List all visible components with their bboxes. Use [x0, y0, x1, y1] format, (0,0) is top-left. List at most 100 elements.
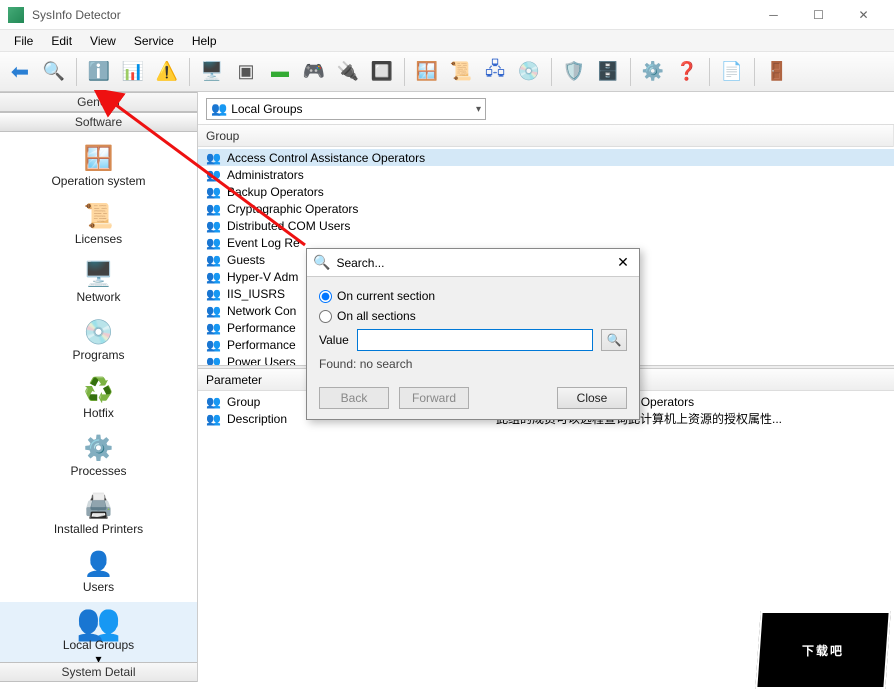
users-group-icon: 👥 — [206, 236, 223, 250]
menubar: File Edit View Service Help — [0, 30, 894, 52]
dialog-close-button[interactable]: ✕ — [613, 254, 633, 271]
monitor-icon[interactable]: 📊 — [117, 56, 149, 88]
users-group-icon: 👥 — [206, 338, 223, 352]
users-group-icon: 👥 — [83, 606, 115, 638]
users-group-icon: 👥 — [206, 287, 223, 301]
corner-logo: 下载吧 — [755, 611, 890, 689]
search-result-label: Found: no search — [319, 357, 627, 371]
value-label: Value — [319, 333, 349, 347]
disc-icon[interactable]: 💿 — [513, 56, 545, 88]
chevron-down-icon: ▾ — [476, 104, 481, 115]
back-button[interactable]: Back — [319, 387, 389, 409]
list-item[interactable]: 👥Distributed COM Users — [198, 217, 894, 234]
nav-processes[interactable]: ⚙️Processes — [0, 428, 197, 486]
report-icon[interactable]: 📄 — [716, 56, 748, 88]
gear-icon: ⚙️ — [83, 432, 115, 464]
separator — [404, 58, 405, 86]
users-group-icon: 👥 — [206, 185, 223, 199]
search-go-button[interactable]: 🔍 — [601, 329, 627, 351]
users-group-icon: 👥 — [206, 270, 223, 284]
ram-icon[interactable]: ▬ — [264, 56, 296, 88]
users-group-icon: 👥 — [211, 101, 227, 117]
license-icon: 📜 — [83, 200, 115, 232]
separator — [189, 58, 190, 86]
recycle-icon: ♻️ — [83, 374, 115, 406]
users-group-icon: 👥 — [206, 151, 223, 165]
nav-users[interactable]: 👤Users — [0, 544, 197, 602]
list-item[interactable]: 👥Access Control Assistance Operators — [198, 149, 894, 166]
server-icon[interactable]: 🖥️ — [196, 56, 228, 88]
search-value-input[interactable] — [357, 329, 593, 351]
separator — [551, 58, 552, 86]
menu-edit[interactable]: Edit — [43, 32, 80, 50]
search-icon[interactable]: 🔍 — [38, 56, 70, 88]
dialog-titlebar[interactable]: 🔍 Search... ✕ — [307, 249, 639, 277]
close-button[interactable]: ✕ — [841, 1, 886, 29]
accordion-general[interactable]: General — [0, 92, 197, 112]
maximize-button[interactable]: ☐ — [796, 1, 841, 29]
nav-hotfix[interactable]: ♻️Hotfix — [0, 370, 197, 428]
exit-icon[interactable]: 🚪 — [761, 56, 793, 88]
users-group-icon: 👥 — [206, 321, 223, 335]
nav-local-groups[interactable]: 👥Local Groups▾ — [0, 602, 197, 662]
radio-current-section[interactable]: On current section — [319, 287, 627, 305]
list-item[interactable]: 👥Backup Operators — [198, 183, 894, 200]
info-icon[interactable]: ℹ️ — [83, 56, 115, 88]
users-group-icon: 👥 — [206, 168, 223, 182]
menu-view[interactable]: View — [82, 32, 124, 50]
close-dialog-button[interactable]: Close — [557, 387, 627, 409]
users-group-icon: 👥 — [206, 253, 223, 267]
license-icon[interactable]: 📜 — [445, 56, 477, 88]
accordion-software[interactable]: Software — [0, 112, 197, 132]
forward-button[interactable]: Forward — [399, 387, 469, 409]
gear-icon[interactable]: ⚙️ — [637, 56, 669, 88]
separator — [709, 58, 710, 86]
back-icon[interactable]: ⬅ — [4, 56, 36, 88]
usb-icon[interactable]: 🔌 — [332, 56, 364, 88]
menu-help[interactable]: Help — [184, 32, 225, 50]
users-group-icon: 👥 — [206, 202, 223, 216]
shield-icon[interactable]: 🛡️ — [558, 56, 590, 88]
search-icon: 🔍 — [313, 254, 330, 271]
windows-icon[interactable]: 🪟 — [411, 56, 443, 88]
app-icon — [8, 7, 24, 23]
category-dropdown[interactable]: 👥 Local Groups ▾ — [206, 98, 486, 120]
pin-button[interactable]: ▾ — [95, 652, 101, 662]
list-item[interactable]: 👥Administrators — [198, 166, 894, 183]
separator — [630, 58, 631, 86]
users-group-icon: 👥 — [206, 412, 223, 426]
network-icon: 🖥️ — [83, 258, 115, 290]
list-item[interactable]: 👥Cryptographic Operators — [198, 200, 894, 217]
nav-network[interactable]: 🖥️Network — [0, 254, 197, 312]
sidebar: General Software 🪟Operation system 📜Lice… — [0, 92, 198, 682]
accordion-system-detail[interactable]: System Detail — [0, 662, 197, 682]
nav-operation-system[interactable]: 🪟Operation system — [0, 138, 197, 196]
menu-file[interactable]: File — [6, 32, 41, 50]
disc-icon: 💿 — [83, 316, 115, 348]
drive-icon[interactable]: 🗄️ — [592, 56, 624, 88]
separator — [76, 58, 77, 86]
gpu-icon[interactable]: 🎮 — [298, 56, 330, 88]
cpu-icon[interactable]: ▣ — [230, 56, 262, 88]
board-icon[interactable]: 🔲 — [366, 56, 398, 88]
toolbar: ⬅ 🔍 ℹ️ 📊 ⚠️ 🖥️ ▣ ▬ 🎮 🔌 🔲 🪟 📜 🖧 💿 🛡️ 🗄️ ⚙… — [0, 52, 894, 92]
warning-icon[interactable]: ⚠️ — [151, 56, 183, 88]
help-icon[interactable]: ❓ — [671, 56, 703, 88]
users-group-icon: 👥 — [206, 219, 223, 233]
titlebar: SysInfo Detector ─ ☐ ✕ — [0, 0, 894, 30]
separator — [754, 58, 755, 86]
minimize-button[interactable]: ─ — [751, 1, 796, 29]
windows-icon: 🪟 — [83, 142, 115, 174]
printer-icon: 🖨️ — [83, 490, 115, 522]
window-title: SysInfo Detector — [32, 8, 751, 22]
group-column-header[interactable]: Group — [198, 125, 894, 147]
nav-programs[interactable]: 💿Programs — [0, 312, 197, 370]
search-dialog: 🔍 Search... ✕ On current section On all … — [306, 248, 640, 420]
menu-service[interactable]: Service — [126, 32, 182, 50]
users-group-icon: 👥 — [206, 395, 223, 409]
radio-all-sections[interactable]: On all sections — [319, 307, 627, 325]
user-icon: 👤 — [83, 548, 115, 580]
nav-installed-printers[interactable]: 🖨️Installed Printers — [0, 486, 197, 544]
network-icon[interactable]: 🖧 — [479, 56, 511, 88]
nav-licenses[interactable]: 📜Licenses — [0, 196, 197, 254]
